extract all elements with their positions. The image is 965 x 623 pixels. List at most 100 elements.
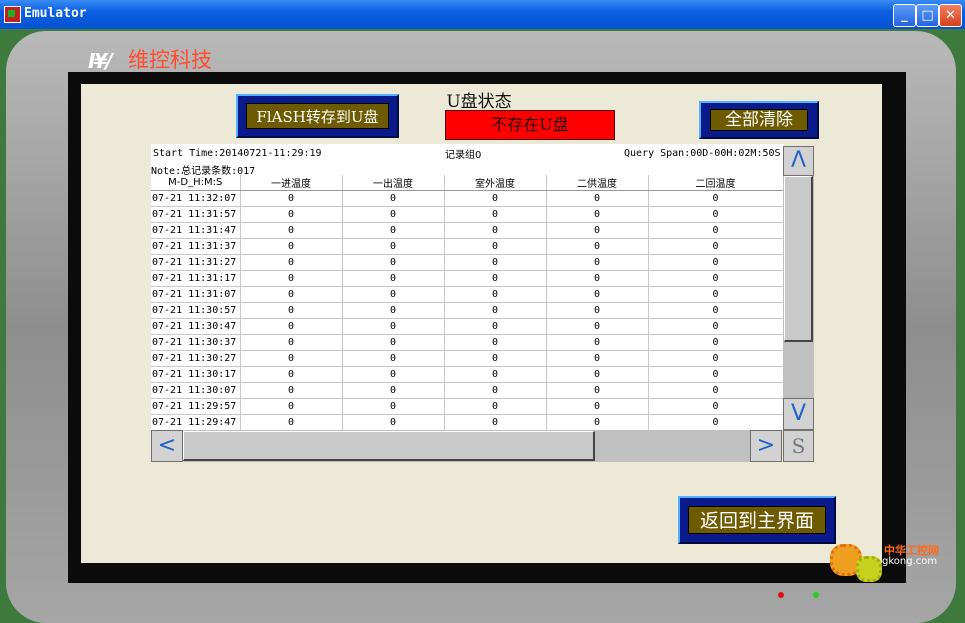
close-button[interactable]: ✕	[939, 4, 962, 27]
temperature-cell: 0	[444, 270, 547, 287]
temperature-cell: 0	[240, 238, 343, 255]
temperature-cell: 0	[444, 366, 547, 383]
timestamp-cell: 07-21 11:31:27	[151, 254, 241, 271]
back-to-home-label: 返回到主界面	[688, 506, 826, 534]
timestamp-cell: 07-21 11:30:37	[151, 334, 241, 351]
timestamp-cell: 07-21 11:31:47	[151, 222, 241, 239]
temperature-cell: 0	[648, 350, 784, 367]
temperature-cell: 0	[342, 238, 445, 255]
temperature-cell: 0	[342, 270, 445, 287]
brand-name: 维控科技	[128, 48, 212, 72]
timestamp-cell: 07-21 11:31:07	[151, 286, 241, 303]
temperature-cell: 0	[342, 366, 445, 383]
temperature-cell: 0	[240, 398, 343, 415]
temperature-cell: 0	[546, 350, 649, 367]
temperature-cell: 0	[648, 414, 784, 431]
table-row: 07-21 11:31:57 0 0 0 0 0	[151, 206, 784, 223]
maximize-button[interactable]: □	[916, 4, 939, 27]
record-group: 记录组0	[445, 150, 482, 161]
scroll-left-button[interactable]: <	[151, 430, 183, 462]
temperature-cell: 0	[240, 206, 343, 223]
temperature-cell: 0	[546, 222, 649, 239]
temperature-cell: 0	[444, 238, 547, 255]
temperature-cell: 0	[648, 190, 784, 207]
temperature-cell: 0	[240, 382, 343, 399]
table-row: 07-21 11:30:07 0 0 0 0 0	[151, 382, 784, 399]
temperature-cell: 0	[342, 318, 445, 335]
temperature-cell: 0	[444, 254, 547, 271]
temperature-cell: 0	[342, 414, 445, 431]
vertical-scrollbar[interactable]: Λ V	[783, 146, 814, 430]
temperature-cell: 0	[444, 414, 547, 431]
table-header-row: M-D_H:M:S 一进温度 一出温度 室外温度 二供温度 二回温度	[151, 175, 784, 191]
start-time: Start Time:20140721-11:29:19	[153, 148, 322, 159]
temperature-cell: 0	[240, 190, 343, 207]
temperature-cell: 0	[240, 414, 343, 431]
temperature-cell: 0	[240, 350, 343, 367]
column-header-supply2: 二供温度	[546, 175, 649, 191]
flash-to-usb-button[interactable]: FlASH转存到U盘	[236, 94, 399, 138]
temperature-cell: 0	[444, 222, 547, 239]
temperature-cell: 0	[444, 206, 547, 223]
run-led-green	[813, 592, 819, 598]
clear-all-button[interactable]: 全部清除	[699, 101, 819, 139]
column-header-time: M-D_H:M:S	[151, 175, 241, 191]
size-grip-icon[interactable]: S	[783, 430, 814, 462]
timestamp-cell: 07-21 11:32:07	[151, 190, 241, 207]
temperature-cell: 0	[648, 206, 784, 223]
temperature-cell: 0	[546, 382, 649, 399]
table-row: 07-21 11:31:47 0 0 0 0 0	[151, 222, 784, 239]
temperature-cell: 0	[444, 398, 547, 415]
timestamp-cell: 07-21 11:29:57	[151, 398, 241, 415]
temperature-cell: 0	[342, 222, 445, 239]
column-header-return2: 二回温度	[648, 175, 784, 191]
table-row: 07-21 11:30:57 0 0 0 0 0	[151, 302, 784, 319]
weikong-logo-icon: I¥/	[88, 49, 113, 73]
table-row: 07-21 11:30:37 0 0 0 0 0	[151, 334, 784, 351]
temperature-cell: 0	[342, 350, 445, 367]
back-to-home-button[interactable]: 返回到主界面	[678, 496, 836, 544]
power-led-red	[778, 592, 784, 598]
scroll-down-button[interactable]: V	[783, 398, 814, 430]
temperature-cell: 0	[648, 254, 784, 271]
temperature-cell: 0	[648, 366, 784, 383]
timestamp-cell: 07-21 11:31:37	[151, 238, 241, 255]
temperature-cell: 0	[444, 334, 547, 351]
minimize-button[interactable]: _	[893, 4, 916, 27]
temperature-cell: 0	[546, 286, 649, 303]
column-header-outdoor: 室外温度	[444, 175, 547, 191]
timestamp-cell: 07-21 11:30:57	[151, 302, 241, 319]
temperature-cell: 0	[342, 190, 445, 207]
temperature-cell: 0	[648, 270, 784, 287]
history-table: M-D_H:M:S 一进温度 一出温度 室外温度 二供温度 二回温度 07-21…	[151, 175, 784, 431]
table-row: 07-21 11:32:07 0 0 0 0 0	[151, 190, 784, 207]
column-header-outlet1: 一出温度	[342, 175, 445, 191]
temperature-cell: 0	[648, 238, 784, 255]
table-row: 07-21 11:30:47 0 0 0 0 0	[151, 318, 784, 335]
window-title: Emulator	[24, 6, 87, 21]
vertical-scroll-thumb[interactable]	[784, 176, 813, 342]
timestamp-cell: 07-21 11:31:17	[151, 270, 241, 287]
temperature-cell: 0	[546, 366, 649, 383]
timestamp-cell: 07-21 11:30:47	[151, 318, 241, 335]
temperature-cell: 0	[648, 382, 784, 399]
horizontal-scroll-thumb[interactable]	[183, 431, 595, 461]
temperature-cell: 0	[342, 398, 445, 415]
temperature-cell: 0	[342, 302, 445, 319]
table-row: 07-21 11:29:47 0 0 0 0 0	[151, 414, 784, 431]
temperature-cell: 0	[342, 334, 445, 351]
temperature-cell: 0	[342, 254, 445, 271]
scroll-up-button[interactable]: Λ	[783, 146, 814, 176]
gear-icon	[856, 556, 882, 582]
temperature-cell: 0	[546, 318, 649, 335]
temperature-cell: 0	[546, 190, 649, 207]
temperature-cell: 0	[240, 286, 343, 303]
temperature-cell: 0	[546, 254, 649, 271]
temperature-cell: 0	[342, 286, 445, 303]
scroll-right-button[interactable]: >	[750, 430, 782, 462]
column-header-inlet1: 一进温度	[240, 175, 343, 191]
gkong-watermark: 中华工控网 gkong.com	[826, 540, 956, 582]
timestamp-cell: 07-21 11:30:27	[151, 350, 241, 367]
temperature-cell: 0	[444, 318, 547, 335]
horizontal-scrollbar[interactable]: < >	[151, 430, 782, 462]
